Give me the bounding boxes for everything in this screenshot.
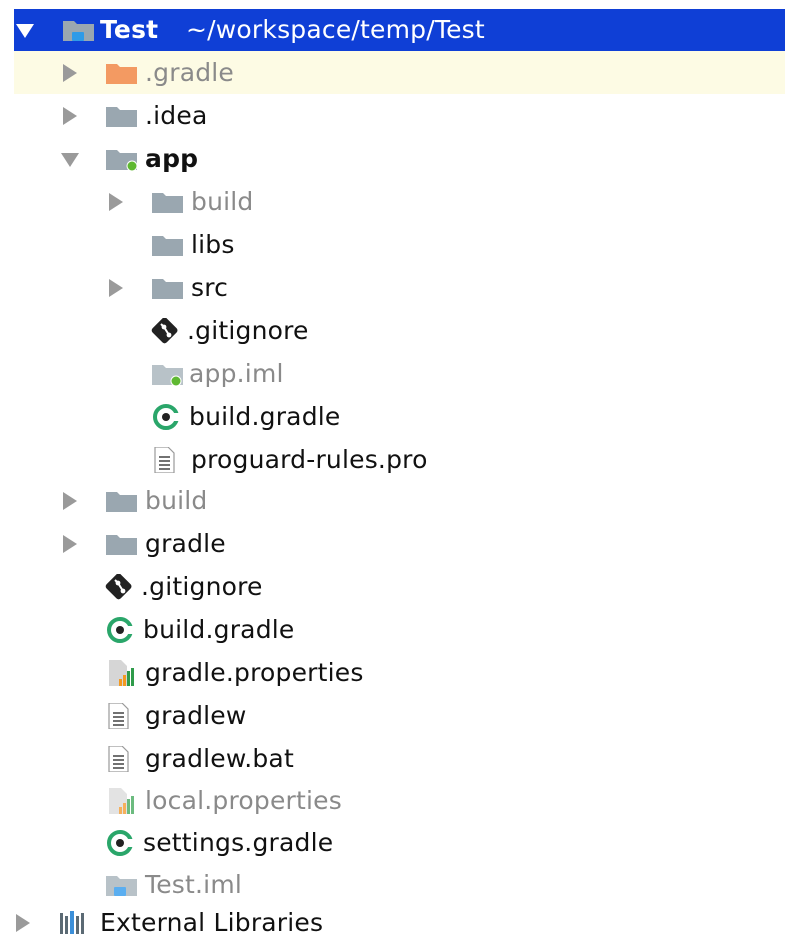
project-folder-icon [62,17,96,43]
tree-row-app-src-dir[interactable]: src [0,266,785,309]
module-file-icon [105,872,139,898]
tree-item-label: src [191,273,229,302]
collapse-arrow-icon[interactable] [16,24,34,38]
tree-item-label: gradlew.bat [145,744,294,773]
tree-row-proguard[interactable]: proguard-rules.pro [0,438,785,481]
tree-row-app-build-dir[interactable]: build [0,180,785,223]
tree-row-build-dir[interactable]: build [0,479,785,522]
tree-item-label: proguard-rules.pro [191,445,428,474]
expand-arrow-icon[interactable] [109,192,123,211]
tree-item-label: settings.gradle [143,828,334,857]
tree-item-label: Test.iml [145,870,243,899]
git-icon [105,573,139,600]
gradle-icon [105,829,139,856]
expand-arrow-icon[interactable] [63,106,77,125]
tree-row-gradlew-bat[interactable]: gradlew.bat [0,737,785,780]
tree-item-label: .idea [145,101,208,130]
tree-item-label: build [191,187,254,216]
tree-row-gradlew[interactable]: gradlew [0,694,785,737]
tree-row-app-gitignore[interactable]: .gitignore [0,309,785,352]
tree-row-project-root[interactable]: Test ~/workspace/temp/Test [14,9,785,51]
tree-row-idea-dir[interactable]: .idea [0,94,785,137]
folder-icon [151,189,185,215]
tree-row-local-properties[interactable]: local.properties [0,779,785,822]
properties-icon [105,659,139,686]
tree-item-label: .gradle [145,58,235,87]
tree-row-root-build-gradle[interactable]: build.gradle [0,608,785,651]
text-file-icon [151,446,185,473]
tree-item-label: app.iml [189,359,284,388]
libraries-icon [58,910,92,936]
tree-row-external-libraries[interactable]: External Libraries [0,904,785,941]
tree-item-label: app [145,144,199,173]
tree-row-settings-gradle[interactable]: settings.gradle [0,821,785,864]
folder-icon [151,275,185,301]
gradle-icon [105,616,139,643]
tree-item-label: build.gradle [143,615,295,644]
tree-item-label: gradlew [145,701,247,730]
tree-item-label: .gitignore [141,572,263,601]
tree-item-label: build.gradle [189,402,341,431]
tree-row-app-libs-dir[interactable]: libs [0,223,785,266]
tree-item-label: .gitignore [187,316,309,345]
folder-icon [151,232,185,258]
tree-item-label: External Libraries [100,908,324,937]
expand-arrow-icon[interactable] [63,63,77,82]
tree-item-label: build [145,486,208,515]
tree-row-gradle-dir[interactable]: .gradle [14,51,785,94]
tree-item-label: gradle [145,529,226,558]
tree-item-label: libs [191,230,235,259]
tree-item-label: local.properties [145,786,342,815]
expand-arrow-icon[interactable] [109,278,123,297]
tree-row-root-gitignore[interactable]: .gitignore [0,565,785,608]
project-name: Test [100,15,159,44]
collapse-arrow-icon[interactable] [61,152,79,167]
text-file-icon [105,745,139,772]
tree-row-app-iml[interactable]: app.iml [0,352,785,395]
expand-arrow-icon[interactable] [63,534,77,553]
excluded-folder-icon [105,60,139,86]
module-file-icon [151,361,185,387]
folder-icon [105,531,139,557]
folder-icon [105,488,139,514]
tree-row-gradle-properties[interactable]: gradle.properties [0,651,785,694]
module-folder-icon [105,146,139,172]
project-tree: Test ~/workspace/temp/Test .gradle .idea… [0,0,785,941]
properties-icon [105,787,139,814]
expand-arrow-icon[interactable] [16,913,30,932]
tree-row-gradle-wrapper-dir[interactable]: gradle [0,522,785,565]
expand-arrow-icon[interactable] [63,491,77,510]
tree-item-label: gradle.properties [145,658,364,687]
project-path: ~/workspace/temp/Test [186,15,485,44]
tree-row-app-build-gradle[interactable]: build.gradle [0,395,785,438]
tree-row-app-dir[interactable]: app [0,137,785,180]
git-icon [151,317,185,344]
text-file-icon [105,702,139,729]
folder-icon [105,103,139,129]
gradle-icon [151,403,185,430]
tree-row-test-iml[interactable]: Test.iml [0,863,785,906]
